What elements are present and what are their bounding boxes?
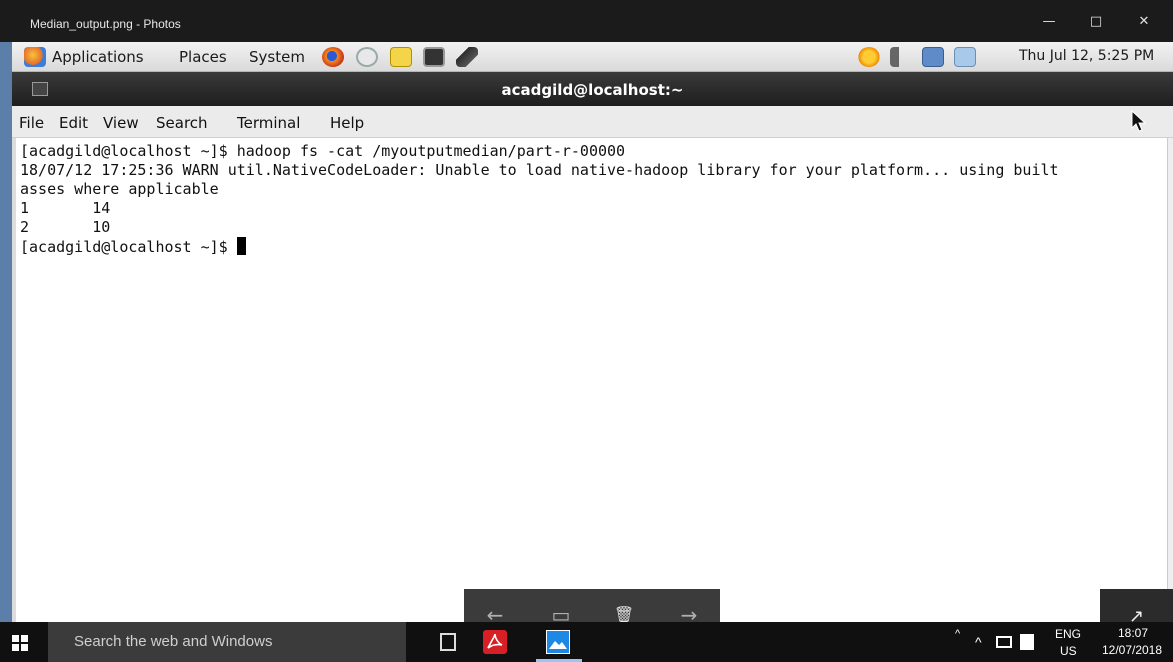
mouse-pointer-icon <box>1131 110 1147 132</box>
photos-app-icon[interactable] <box>546 630 570 654</box>
applications-menu[interactable]: Applications <box>52 48 144 66</box>
terminal-line: asses where applicable <box>20 180 219 198</box>
terminal-line: [acadgild@localhost ~]$ hadoop fs -cat /… <box>20 142 626 160</box>
firefox-icon[interactable] <box>322 47 344 67</box>
taskbar-time[interactable]: 18:07 <box>1098 626 1168 640</box>
network-icon[interactable] <box>922 47 944 67</box>
window-edge-strip <box>0 0 12 662</box>
mail-icon[interactable] <box>356 47 378 67</box>
places-menu[interactable]: Places <box>179 48 227 66</box>
acrobat-reader-icon[interactable] <box>483 630 507 654</box>
start-button[interactable] <box>0 622 48 662</box>
text-editor-icon[interactable] <box>390 47 412 67</box>
terminal-title: acadgild@localhost:~ <box>501 81 684 99</box>
windows-taskbar: Search the web and Windows ^ ^ ENG US 18… <box>0 622 1173 662</box>
clipboard-icon[interactable] <box>954 47 976 67</box>
taskbar-search-box[interactable]: Search the web and Windows <box>48 622 406 662</box>
windows-logo-icon <box>12 635 19 642</box>
windows-logo-pane <box>21 635 28 642</box>
gnome-foot-icon <box>24 47 46 67</box>
gnome-top-panel: Applications Places System Thu Jul 12, 5… <box>12 42 1173 72</box>
terminal-scrollbar[interactable] <box>1167 138 1173 622</box>
show-hidden-icons-icon[interactable]: ^ <box>955 628 960 640</box>
battery-icon[interactable] <box>996 636 1012 648</box>
terminal-prompt: [acadgild@localhost ~]$ <box>20 238 237 256</box>
dolphin-icon[interactable] <box>456 47 478 67</box>
menu-edit[interactable]: Edit <box>59 114 88 132</box>
menu-view[interactable]: View <box>103 114 139 132</box>
panel-clock[interactable]: Thu Jul 12, 5:25 PM <box>1019 48 1154 64</box>
terminal-output-area[interactable]: [acadgild@localhost ~]$ hadoop fs -cat /… <box>12 138 1167 622</box>
update-notifier-icon[interactable] <box>858 47 880 67</box>
minimize-button[interactable]: — <box>1034 12 1064 32</box>
terminal-line: 18/07/12 17:25:36 WARN util.NativeCodeLo… <box>20 161 1059 179</box>
notification-chevron-icon[interactable]: ^ <box>975 634 982 650</box>
text-cursor <box>236 237 246 255</box>
maximize-button[interactable]: □ <box>1081 12 1111 32</box>
task-view-icon[interactable] <box>440 633 456 651</box>
close-button[interactable]: ✕ <box>1129 12 1159 32</box>
terminal-line: 1 14 <box>20 199 111 217</box>
region-indicator[interactable]: US <box>1060 644 1077 658</box>
terminal-menubar: File Edit View Search Terminal Help <box>12 106 1173 138</box>
terminal-prompt-line: [acadgild@localhost ~]$ <box>20 237 246 256</box>
terminal-titlebar: acadgild@localhost:~ <box>12 72 1173 106</box>
windows-logo-pane <box>12 644 19 651</box>
terminal-line: 2 10 <box>20 218 111 236</box>
system-menu[interactable]: System <box>249 48 305 66</box>
terminal-launcher-icon[interactable] <box>423 47 445 67</box>
menu-search[interactable]: Search <box>156 114 208 132</box>
windows-logo-pane <box>21 644 28 651</box>
menu-terminal[interactable]: Terminal <box>237 114 300 132</box>
volume-icon[interactable] <box>890 47 912 67</box>
menu-help[interactable]: Help <box>330 114 364 132</box>
language-indicator[interactable]: ENG <box>1055 627 1081 641</box>
menu-file[interactable]: File <box>19 114 44 132</box>
photos-titlebar: Median_output.png - Photos — □ ✕ <box>0 0 1173 42</box>
photos-window-title: Median_output.png - Photos <box>30 17 181 31</box>
action-center-icon[interactable] <box>1020 634 1034 650</box>
taskbar-date[interactable]: 12/07/2018 <box>1094 643 1170 657</box>
